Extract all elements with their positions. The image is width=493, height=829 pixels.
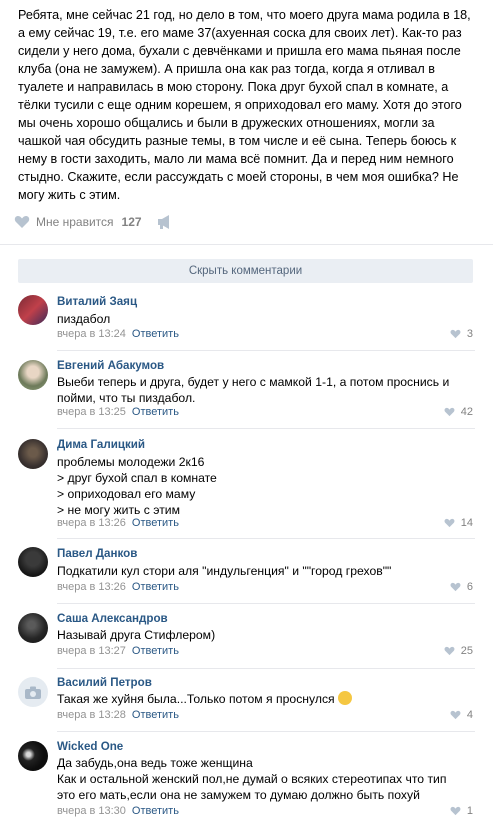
comment-date[interactable]: вчера в 13:26	[57, 581, 126, 593]
heart-icon	[444, 646, 455, 656]
comment-line: Такая же хуйня была...Только потом я про…	[57, 691, 477, 707]
comment-text: проблемы молодежи 2к16 > друг бухой спал…	[57, 454, 477, 518]
post-actions: Мне нравится 127	[14, 212, 174, 232]
comment-author[interactable]: Дима Галицкий	[57, 438, 145, 451]
comment-meta: вчера в 13:27 Ответить	[57, 645, 179, 657]
heart-icon	[444, 518, 455, 528]
comment-date[interactable]: вчера в 13:25	[57, 406, 126, 418]
reply-link[interactable]: Ответить	[132, 645, 179, 657]
post-text: Ребята, мне сейчас 21 год, но дело в том…	[18, 8, 471, 202]
camera-icon	[25, 686, 41, 699]
avatar[interactable]	[18, 295, 48, 325]
comment-line: > не могу жить с этим	[57, 503, 180, 517]
comment-line: пиздабол	[57, 312, 111, 326]
comment-author[interactable]: Василий Петров	[57, 676, 152, 689]
comment-like[interactable]: 6	[450, 581, 473, 593]
reply-link[interactable]: Ответить	[132, 709, 179, 721]
comment-like-count: 4	[466, 709, 473, 721]
comment-divider	[57, 350, 475, 351]
comment-meta: вчера в 13:26 Ответить	[57, 517, 179, 529]
reply-link[interactable]: Ответить	[132, 581, 179, 593]
comment-meta: вчера в 13:30 Ответить	[57, 805, 179, 817]
comment-text: Подкатили кул стори аля "индульгенция" и…	[57, 563, 477, 579]
avatar[interactable]	[18, 677, 48, 707]
comment-meta: вчера в 13:24 Ответить	[57, 328, 179, 340]
comment-divider	[57, 538, 475, 539]
heart-icon[interactable]	[14, 215, 30, 229]
comment-line: это его мать,если она не замужем то дума…	[57, 788, 420, 802]
comment-line: Выеби теперь и друга, будет у него с мам…	[57, 375, 450, 389]
comment-line: проблемы молодежи 2к16	[57, 455, 205, 469]
reply-link[interactable]: Ответить	[132, 517, 179, 529]
comment-like-count: 3	[466, 328, 473, 340]
comment-author[interactable]: Wicked One	[57, 740, 123, 753]
comment-line: Называй друга Стифлером)	[57, 628, 216, 642]
heart-icon	[450, 710, 461, 720]
comment-line: > оприходовал его маму	[57, 487, 196, 501]
comment-like-count: 14	[460, 517, 473, 529]
comment-text: пиздабол	[57, 311, 477, 327]
avatar[interactable]	[18, 613, 48, 643]
avatar[interactable]	[18, 547, 48, 577]
heart-icon	[450, 806, 461, 816]
comment-text: Такая же хуйня была...Только потом я про…	[57, 691, 477, 707]
comment-line: Подкатили кул стори аля "индульгенция" и…	[57, 564, 392, 578]
comment-divider	[57, 668, 475, 669]
divider	[0, 244, 493, 245]
comment-line: пойми, что ты пиздабол.	[57, 391, 196, 405]
comment-like[interactable]: 1	[450, 805, 473, 817]
comment-author[interactable]: Саша Александров	[57, 612, 168, 625]
comment-line: Да забудь,она ведь тоже женщина	[57, 756, 253, 770]
comment-author[interactable]: Виталий Заяц	[57, 295, 137, 308]
comment-divider	[57, 428, 475, 429]
avatar[interactable]	[18, 741, 48, 771]
comment-text: Называй друга Стифлером)	[57, 627, 477, 643]
comment-like[interactable]: 14	[444, 517, 473, 529]
avatar[interactable]	[18, 439, 48, 469]
comment-date[interactable]: вчера в 13:26	[57, 517, 126, 529]
comment-author[interactable]: Евгений Абакумов	[57, 359, 164, 372]
megaphone-icon[interactable]	[156, 214, 174, 230]
heart-icon	[444, 407, 455, 417]
comment-date[interactable]: вчера в 13:27	[57, 645, 126, 657]
comment-date[interactable]: вчера в 13:28	[57, 709, 126, 721]
like-count: 127	[121, 215, 142, 229]
comment-line: > друг бухой спал в комнате	[57, 471, 217, 485]
comment-text: Да забудь,она ведь тоже женщина Как и ос…	[57, 755, 477, 803]
comment-line: Как и остальной женский пол,не думай о в…	[57, 772, 447, 786]
comment-author[interactable]: Павел Данков	[57, 547, 137, 560]
comment-meta: вчера в 13:28 Ответить	[57, 709, 179, 721]
comment-like-count: 25	[460, 645, 473, 657]
comment-like-count: 1	[466, 805, 473, 817]
heart-icon	[450, 329, 461, 339]
avatar[interactable]	[18, 360, 48, 390]
comment-like[interactable]: 3	[450, 328, 473, 340]
comment-like[interactable]: 4	[450, 709, 473, 721]
laughing-emoji-icon	[337, 691, 352, 705]
reply-link[interactable]: Ответить	[132, 328, 179, 340]
comment-like[interactable]: 25	[444, 645, 473, 657]
comment-date[interactable]: вчера в 13:24	[57, 328, 126, 340]
like-button[interactable]: Мне нравится	[36, 215, 114, 229]
hide-comments-button[interactable]: Скрыть комментарии	[18, 259, 473, 283]
reply-link[interactable]: Ответить	[132, 406, 179, 418]
reply-link[interactable]: Ответить	[132, 805, 179, 817]
comment-divider	[57, 603, 475, 604]
comment-date[interactable]: вчера в 13:30	[57, 805, 126, 817]
comment-text: Выеби теперь и друга, будет у него с мам…	[57, 374, 477, 406]
comment-like-count: 6	[466, 581, 473, 593]
comment-divider	[57, 731, 475, 732]
comment-meta: вчера в 13:25 Ответить	[57, 406, 179, 418]
comment-like-count: 42	[460, 406, 473, 418]
comment-meta: вчера в 13:26 Ответить	[57, 581, 179, 593]
comment-like[interactable]: 42	[444, 406, 473, 418]
heart-icon	[450, 582, 461, 592]
